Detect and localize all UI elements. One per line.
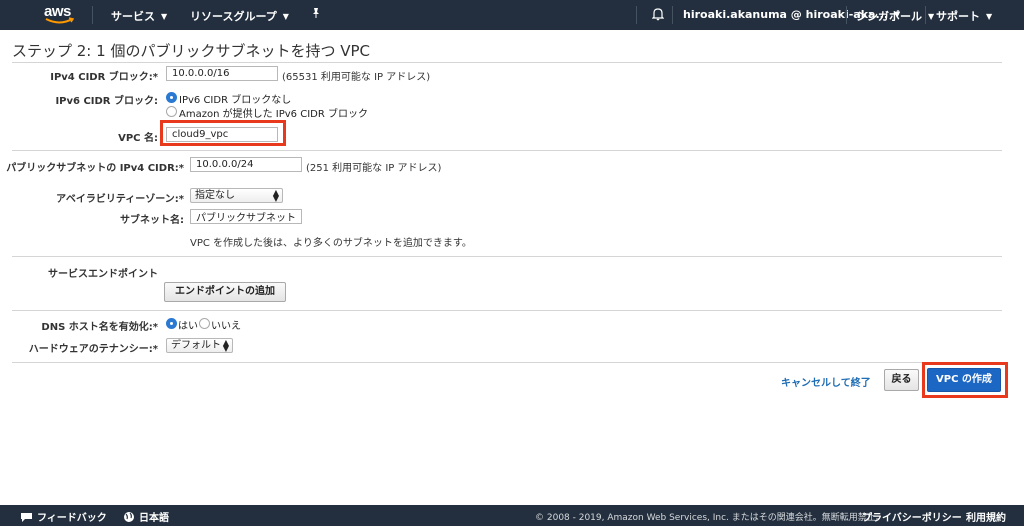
ipv4-cidr-hint: (65531 利用可能な IP アドレス) (282, 72, 431, 83)
section-divider (12, 256, 1002, 257)
language-selector[interactable]: 日本語 (123, 509, 169, 524)
footer-bar: フィードバック 日本語 © 2008 - 2019, Amazon Web Se… (0, 505, 1024, 526)
caret-down-icon: ▼ (161, 12, 168, 21)
speech-bubble-icon (21, 513, 32, 522)
availability-zone-label: アベイラビリティーゾーン:* (56, 194, 184, 205)
pin-icon[interactable] (311, 7, 321, 22)
ipv6-none-radio[interactable] (166, 92, 177, 103)
caret-down-icon: ▼ (986, 12, 993, 21)
ipv6-amazon-radio[interactable] (166, 106, 177, 117)
ipv6-cidr-label: IPv6 CIDR ブロック: (55, 96, 158, 107)
section-divider (12, 310, 1002, 311)
top-navigation-bar: aws サービス ▼ リソースグループ ▼ hiroaki.akanuma @ hi… (0, 0, 1024, 30)
services-menu-label: サービス (111, 10, 155, 23)
language-label: 日本語 (139, 513, 169, 524)
public-subnet-cidr-hint: (251 利用可能な IP アドレス) (306, 163, 442, 174)
subnet-name-input[interactable] (190, 209, 302, 224)
back-button[interactable]: 戻る (884, 369, 919, 391)
nav-separator (846, 6, 847, 24)
ipv4-cidr-label: IPv4 CIDR ブロック:* (50, 72, 158, 83)
select-arrows-icon: ▲ ▼ (222, 338, 229, 353)
support-menu-label: サポート (936, 10, 980, 23)
vpc-name-highlight-box (160, 120, 286, 146)
nav-separator (92, 6, 93, 24)
public-subnet-cidr-input[interactable] (190, 157, 302, 172)
public-subnet-cidr-label: パブリックサブネットの IPv4 CIDR:* (6, 163, 184, 174)
aws-smile-icon (45, 17, 75, 24)
section-divider (12, 362, 1002, 363)
nav-separator (672, 6, 673, 24)
subnet-name-label: サブネット名: (120, 215, 184, 226)
dns-no-label[interactable]: いいえ (211, 317, 241, 332)
nav-separator (636, 6, 637, 24)
page-title: ステップ 2: 1 個のパブリックサブネットを持つ VPC (12, 42, 370, 60)
ipv4-cidr-input[interactable] (166, 66, 278, 81)
aws-logo[interactable]: aws (44, 3, 78, 27)
vpc-name-label: VPC 名: (118, 133, 158, 144)
caret-down-icon: ▼ (282, 12, 289, 21)
support-menu[interactable]: サポート ▼ (936, 8, 992, 24)
tenancy-select[interactable]: デフォルト ▲ ▼ (166, 338, 233, 353)
caret-down-icon: ▼ (928, 12, 935, 21)
nav-separator (925, 6, 926, 24)
copyright-text: © 2008 - 2019, Amazon Web Services, Inc.… (535, 513, 885, 523)
resource-groups-menu[interactable]: リソースグループ ▼ (190, 8, 289, 24)
dns-yes-label[interactable]: はい (178, 317, 198, 332)
add-endpoint-button[interactable]: エンドポイントの追加 (164, 282, 286, 302)
service-endpoints-label: サービスエンドポイント (48, 269, 158, 280)
feedback-link[interactable]: フィードバック (20, 509, 107, 524)
ipv6-amazon-label[interactable]: Amazon が提供した IPv6 CIDR ブロック (179, 105, 368, 120)
dns-yes-radio[interactable] (166, 318, 177, 329)
create-vpc-highlight-box (922, 362, 1008, 398)
tenancy-value: デフォルト (171, 340, 221, 351)
section-divider (12, 150, 1002, 151)
resource-groups-menu-label: リソースグループ (190, 10, 277, 23)
availability-zone-value: 指定なし (195, 190, 235, 201)
globe-icon (124, 512, 134, 522)
region-menu[interactable]: シンガポール ▼ (856, 8, 934, 24)
subnet-add-note: VPC を作成した後は、より多くのサブネットを追加できます。 (190, 238, 472, 249)
availability-zone-select[interactable]: 指定なし ▲ ▼ (190, 188, 283, 203)
select-arrows-icon: ▲ ▼ (272, 188, 279, 203)
title-divider (12, 62, 1002, 63)
terms-of-use-link[interactable]: 利用規約 (966, 509, 1006, 524)
dns-hostnames-label: DNS ホスト名を有効化:* (41, 322, 158, 333)
dns-no-radio[interactable] (199, 318, 210, 329)
tenancy-label: ハードウェアのテナンシー:* (28, 344, 158, 355)
ipv6-none-label[interactable]: IPv6 CIDR ブロックなし (179, 91, 291, 106)
cancel-and-exit-link[interactable]: キャンセルして終了 (781, 374, 871, 389)
feedback-label: フィードバック (37, 513, 107, 524)
services-menu[interactable]: サービス ▼ (111, 8, 167, 24)
region-menu-label: シンガポール (856, 10, 922, 23)
privacy-policy-link[interactable]: プライバシーポリシー (862, 509, 962, 524)
bell-icon[interactable] (651, 7, 665, 24)
